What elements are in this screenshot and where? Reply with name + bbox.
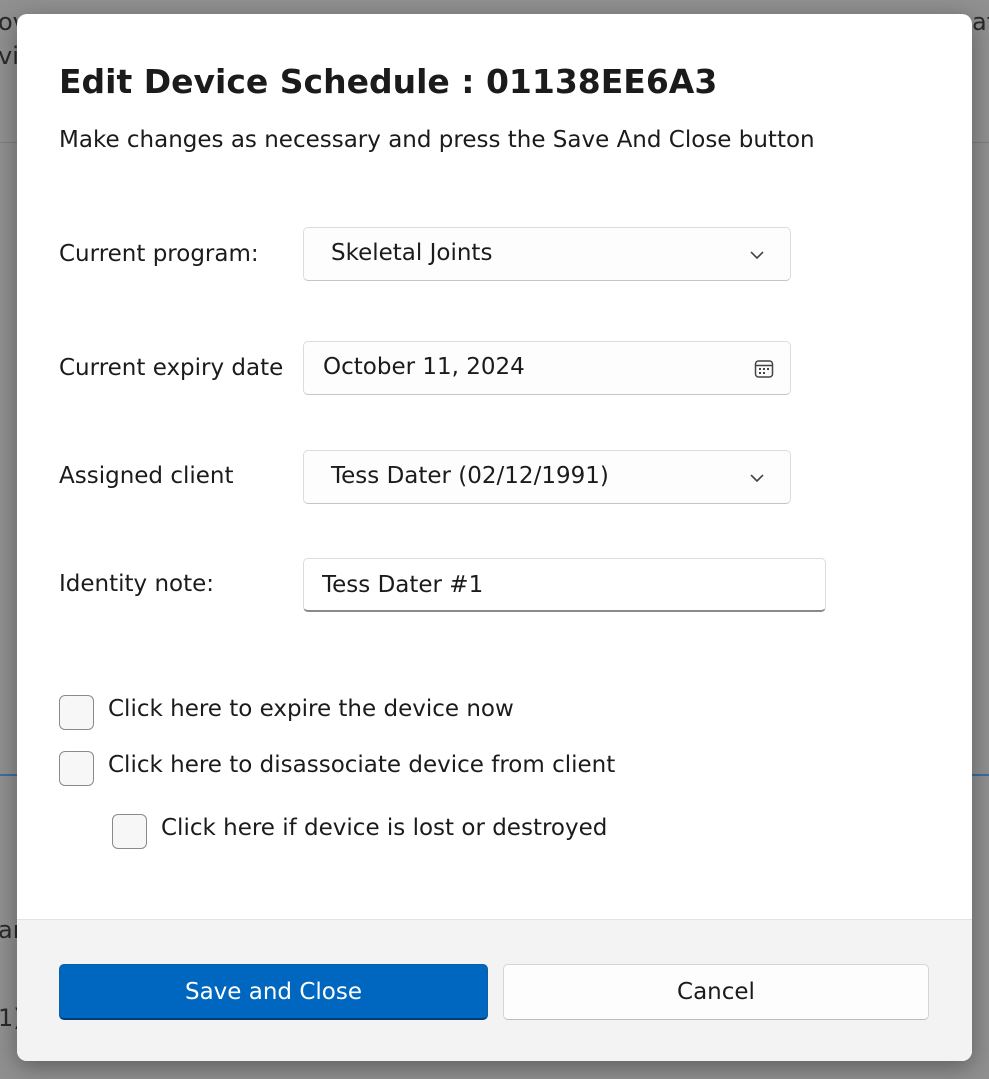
save-and-close-button[interactable]: Save and Close — [59, 964, 488, 1020]
current-program-label: Current program: — [59, 241, 259, 267]
identity-note-input[interactable] — [304, 559, 825, 610]
assigned-client-value: Tess Dater (02/12/1991) — [331, 463, 609, 489]
disassociate-client-label[interactable]: Click here to disassociate device from c… — [108, 752, 615, 778]
background-text-fragment: at — [972, 8, 989, 36]
calendar-icon[interactable] — [754, 359, 774, 379]
current-program-dropdown[interactable]: Skeletal Joints — [303, 227, 791, 281]
expire-device-label[interactable]: Click here to expire the device now — [108, 696, 514, 722]
expiry-date-picker[interactable]: October 11, 2024 — [303, 341, 791, 395]
disassociate-client-checkbox[interactable] — [59, 751, 94, 786]
dialog-title: Edit Device Schedule : 01138EE6A3 — [59, 62, 718, 101]
assigned-client-label: Assigned client — [59, 463, 234, 489]
current-expiry-date-label: Current expiry date — [59, 355, 284, 381]
expiry-date-value: October 11, 2024 — [323, 354, 525, 380]
identity-note-label: Identity note: — [59, 571, 215, 597]
dialog-footer: Save and Close Cancel — [17, 919, 972, 1061]
lost-destroyed-label[interactable]: Click here if device is lost or destroye… — [161, 815, 607, 841]
current-program-value: Skeletal Joints — [331, 240, 493, 266]
edit-device-schedule-dialog: Edit Device Schedule : 01138EE6A3 Make c… — [17, 14, 972, 1061]
expire-device-checkbox[interactable] — [59, 695, 94, 730]
chevron-down-icon — [750, 474, 764, 482]
assigned-client-dropdown[interactable]: Tess Dater (02/12/1991) — [303, 450, 791, 504]
chevron-down-icon — [750, 251, 764, 259]
lost-destroyed-checkbox[interactable] — [112, 814, 147, 849]
cancel-button[interactable]: Cancel — [503, 964, 929, 1020]
identity-note-field-wrapper — [303, 558, 826, 612]
dialog-subtitle: Make changes as necessary and press the … — [59, 127, 815, 153]
